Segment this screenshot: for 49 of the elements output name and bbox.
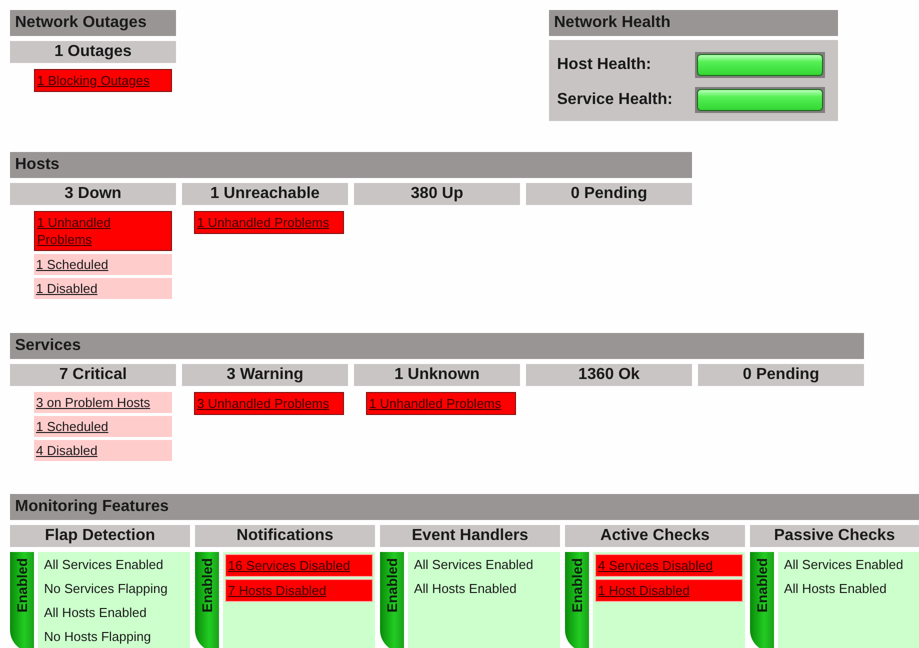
status-tab[interactable]: Enabled xyxy=(750,552,774,648)
column-header: 1360 Ok xyxy=(526,364,692,386)
status-tab[interactable]: Enabled xyxy=(195,552,219,648)
meter-label: Host Health: xyxy=(557,56,652,74)
status-text: All Services Enabled xyxy=(43,556,164,574)
meter-label: Service Health: xyxy=(557,90,674,108)
status-link[interactable]: 3 on Problem Hosts xyxy=(34,392,172,413)
status-link[interactable]: 1 Host Disabled xyxy=(595,579,743,602)
status-text: All Services Enabled xyxy=(413,556,534,574)
column-header: Passive Checks xyxy=(750,525,919,547)
status-link[interactable]: 4 Services Disabled xyxy=(595,554,743,577)
column-header: 380 Up xyxy=(354,183,520,205)
status-tab[interactable]: Enabled xyxy=(380,552,404,648)
status-link[interactable]: 16 Services Disabled xyxy=(225,554,373,577)
column-header: Event Handlers xyxy=(380,525,560,547)
status-tab[interactable]: Enabled xyxy=(10,552,34,648)
column-header: 3 Down xyxy=(10,183,176,205)
status-tab[interactable]: Enabled xyxy=(565,552,589,648)
column-header: Notifications xyxy=(195,525,375,547)
column-header: Flap Detection xyxy=(10,525,190,547)
column-header: Active Checks xyxy=(565,525,745,547)
status-text: All Services Enabled xyxy=(783,556,904,574)
status-text: All Hosts Enabled xyxy=(783,580,888,598)
section-header: Network Outages xyxy=(10,10,176,36)
status-text: No Services Flapping xyxy=(43,580,169,598)
column-header: 0 Pending xyxy=(526,183,692,205)
status-text: All Hosts Enabled xyxy=(413,580,518,598)
status-link[interactable]: 1 Unhandled Problems xyxy=(194,211,344,234)
status-link[interactable]: 3 Unhandled Problems xyxy=(194,392,344,415)
column-header: 7 Critical xyxy=(10,364,176,386)
status-link[interactable]: 4 Disabled xyxy=(34,440,172,461)
status-link[interactable]: 1 Disabled xyxy=(34,278,172,299)
status-text: All Hosts Enabled xyxy=(43,604,148,622)
status-link[interactable]: 1 Unhandled Problems xyxy=(34,211,172,251)
status-link[interactable]: 7 Hosts Disabled xyxy=(225,579,373,602)
status-link[interactable]: 1 Blocking Outages xyxy=(34,69,172,92)
section-header: Monitoring Features xyxy=(10,494,919,520)
column-header: 0 Pending xyxy=(698,364,864,386)
column-header: 3 Warning xyxy=(182,364,348,386)
section-header: Network Health xyxy=(549,10,838,36)
section-header: Hosts xyxy=(10,152,692,178)
status-link[interactable]: 1 Scheduled xyxy=(34,254,172,275)
status-text: No Hosts Flapping xyxy=(43,628,152,646)
status-link[interactable]: 1 Unhandled Problems xyxy=(366,392,516,415)
column-header: 1 Unreachable xyxy=(182,183,348,205)
status-link[interactable]: 1 Scheduled xyxy=(34,416,172,437)
section-header: Services xyxy=(10,333,864,359)
column-header: 1 Unknown xyxy=(354,364,520,386)
column-header: 1 Outages xyxy=(10,41,176,63)
